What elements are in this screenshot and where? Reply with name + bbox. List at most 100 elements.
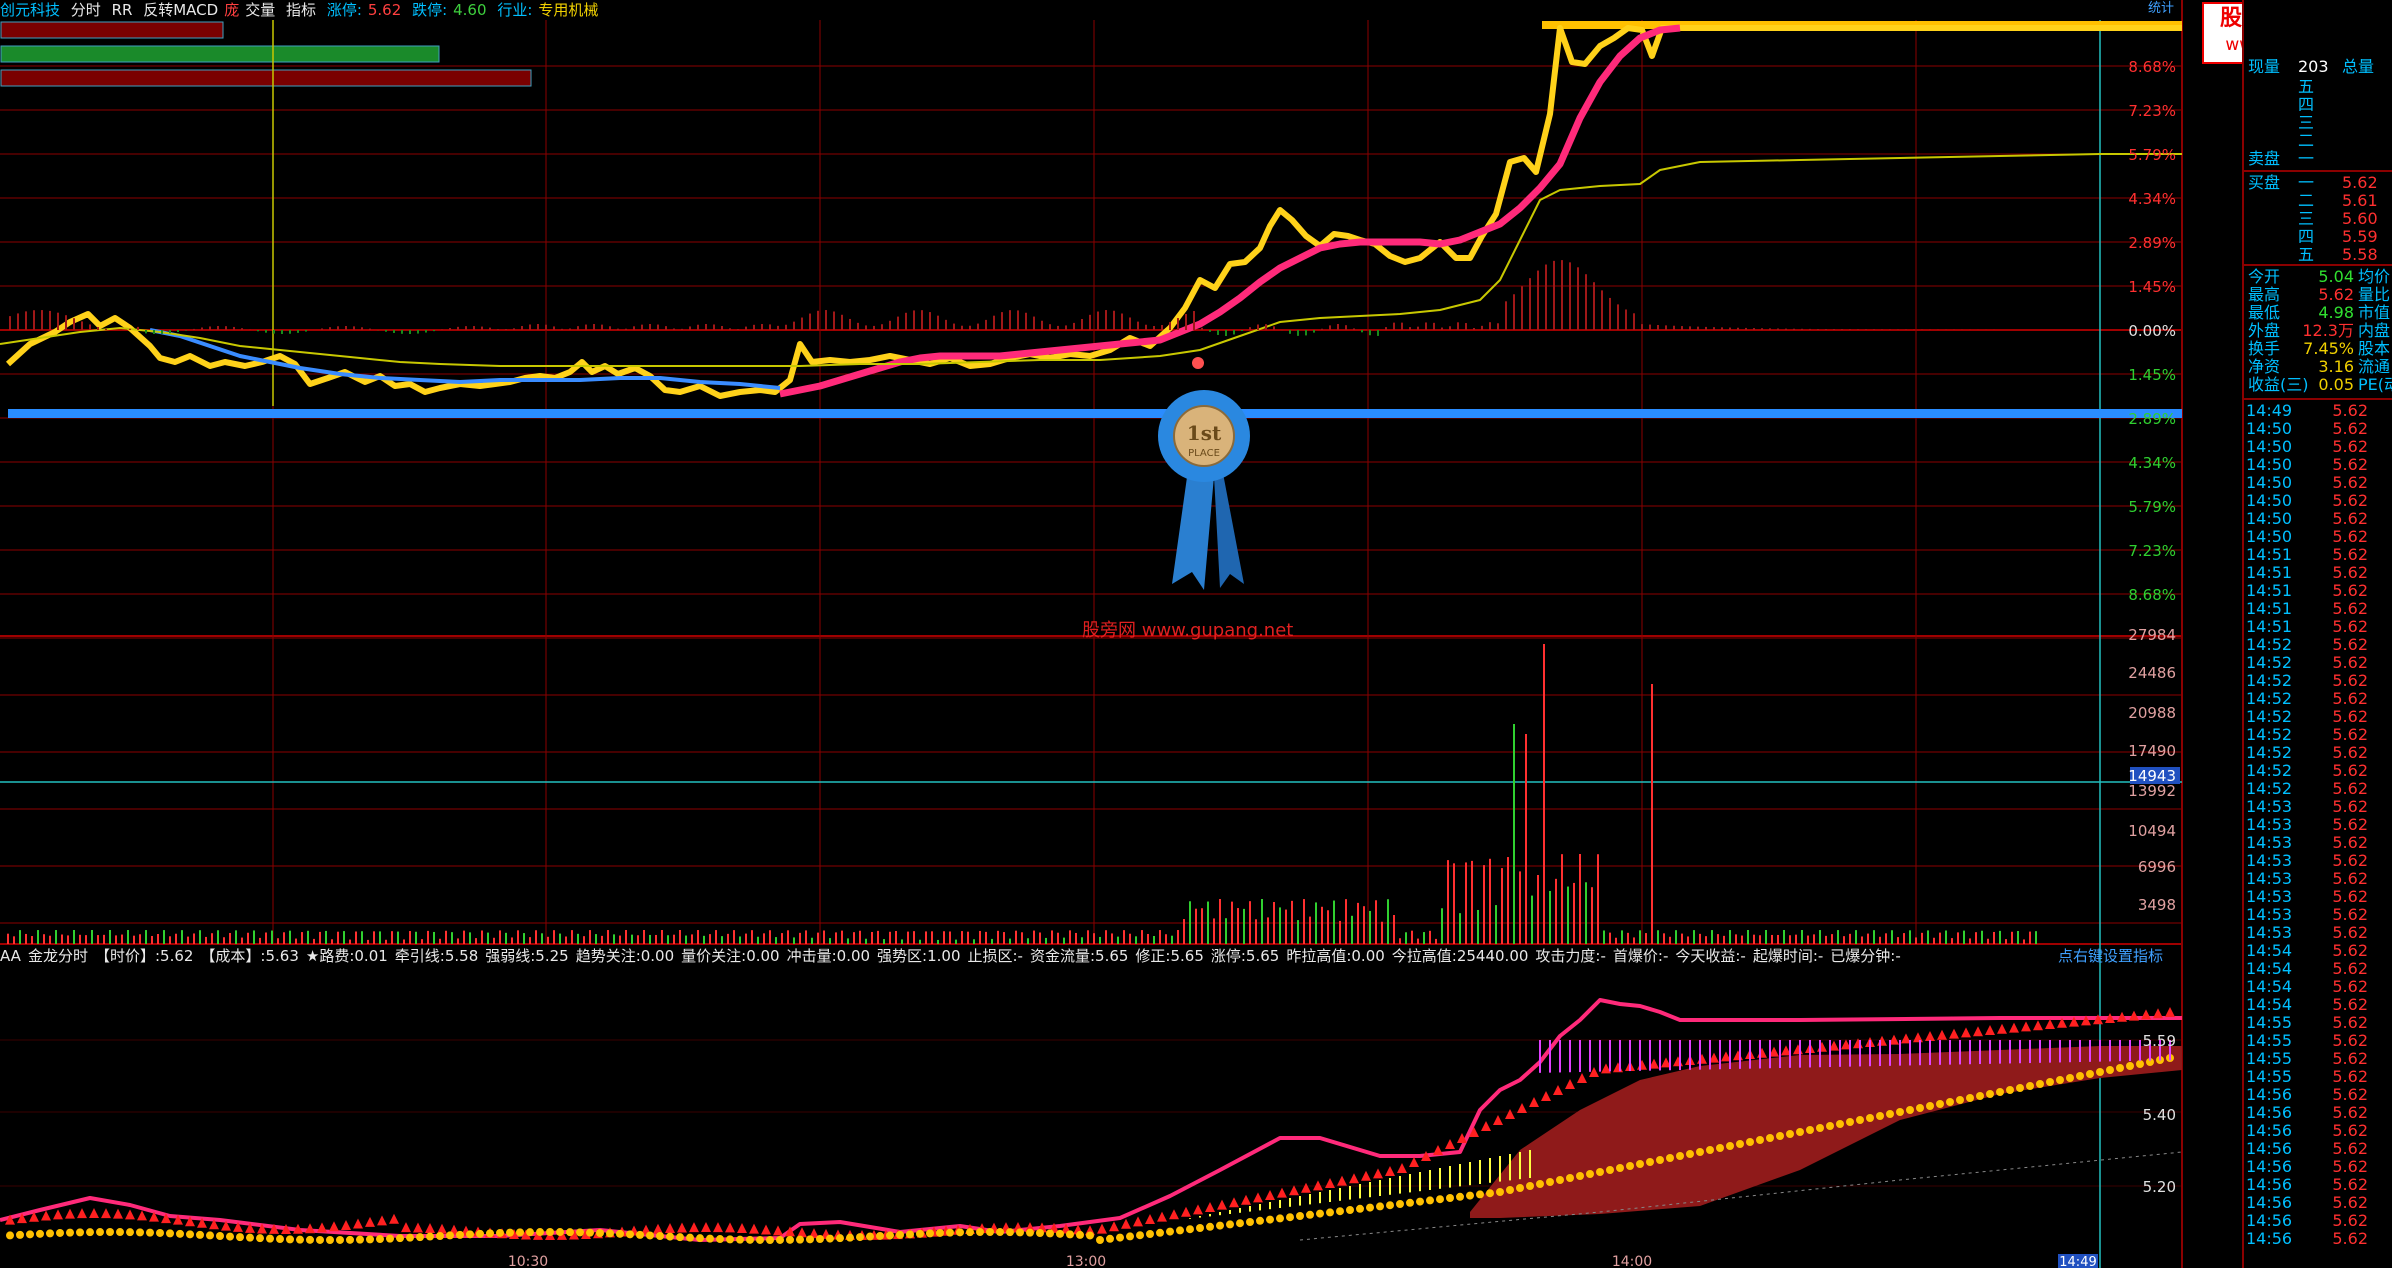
indicator-dot xyxy=(2126,1062,2134,1070)
quote-stat-label: 外盘 xyxy=(2248,321,2281,340)
indicator-dot xyxy=(1356,1204,1364,1213)
tick-row: 14:56 5.62 xyxy=(2246,1194,2386,1212)
tick-price: 5.62 xyxy=(2332,509,2368,528)
quote-stat-value: 4.98 xyxy=(2318,303,2354,322)
tick-price: 5.62 xyxy=(2332,851,2368,870)
indicator-dot xyxy=(1696,1148,1704,1156)
indicator-triangle xyxy=(665,1223,675,1234)
indicator-dot xyxy=(336,1235,344,1244)
tick-price: 5.62 xyxy=(2332,563,2368,582)
limit-down-label: 跌停: xyxy=(412,1,448,19)
tick-price: 5.62 xyxy=(2332,599,2368,618)
indicator-dot xyxy=(1156,1228,1164,1237)
tick-price: 5.62 xyxy=(2332,941,2368,960)
tick-row: 14:53 5.62 xyxy=(2246,798,2386,816)
tick-row: 14:56 5.62 xyxy=(2246,1086,2386,1104)
tick-price: 5.62 xyxy=(2332,1211,2368,1230)
indicator-item: 修正:5.65 xyxy=(1135,947,1204,965)
chart-stage[interactable]: 1st PLACE 股旁网 www.gupang.net 8.68% 7.23% 5.79… xyxy=(0,0,2392,1268)
menu-item-indicator[interactable]: 指标 xyxy=(286,1,316,19)
indicator-dot xyxy=(56,1228,64,1237)
indicator-triangle xyxy=(1121,1218,1131,1229)
indicator-dot xyxy=(1406,1198,1414,1207)
indicator-dot xyxy=(1636,1160,1644,1168)
indicator-dot xyxy=(2066,1074,2074,1082)
price-axis-label: 1.45% xyxy=(2128,366,2176,384)
tick-time: 14:52 xyxy=(2246,761,2293,780)
indicator-triangle xyxy=(1373,1168,1383,1179)
indicator-dot xyxy=(1256,1216,1264,1225)
indicator-dot xyxy=(1876,1112,1884,1120)
indicator-triangle xyxy=(1385,1166,1395,1176)
order-book-level: 203 xyxy=(2298,57,2329,76)
menu-item-pang[interactable]: 庞 xyxy=(224,1,239,19)
tick-time: 14:51 xyxy=(2246,617,2293,636)
indicator-dot xyxy=(1706,1146,1714,1154)
indicator-dot xyxy=(446,1231,454,1240)
indicator-dot xyxy=(216,1232,224,1241)
tick-price: 5.62 xyxy=(2332,1193,2368,1212)
indicator-dot xyxy=(576,1228,584,1237)
indicator-dot xyxy=(396,1234,404,1243)
indicator-triangle xyxy=(1337,1175,1347,1186)
indicator-dot xyxy=(1976,1092,1984,1100)
quote-stat-row: 净资 3.16 流通 xyxy=(2248,358,2390,376)
indicator-triangle xyxy=(1673,1056,1683,1067)
indicator-triangle xyxy=(1109,1221,1119,1232)
indicator-dot xyxy=(76,1228,84,1237)
intraday-chart[interactable]: 1st PLACE 股旁网 www.gupang.net 8.68% 7.23% 5.79… xyxy=(0,0,2242,1268)
indicator-dot xyxy=(856,1233,864,1242)
indicator-dot xyxy=(986,1228,994,1237)
menu-item-fenshi[interactable]: 分时 xyxy=(71,1,101,19)
tick-row: 14:54 5.62 xyxy=(2246,942,2386,960)
tick-time: 14:50 xyxy=(2246,455,2293,474)
order-book-row: 三 xyxy=(2248,114,2342,132)
indicator-dot xyxy=(1326,1208,1334,1217)
indicator-dot xyxy=(106,1228,114,1236)
indicator-triangle xyxy=(1169,1209,1179,1220)
tick-row: 14:53 5.62 xyxy=(2246,888,2386,906)
indicator-dot xyxy=(276,1235,284,1244)
indicator-triangle xyxy=(677,1222,687,1233)
tick-time: 14:50 xyxy=(2246,437,2293,456)
order-book-extra: 5.59 xyxy=(2342,227,2378,246)
indicator-triangle xyxy=(317,1222,327,1233)
volume-axis-label: 17490 xyxy=(2128,742,2176,760)
quote-stat-extra: 内盘 xyxy=(2358,321,2391,340)
indicator-settings-link[interactable]: 点右键设置指标 xyxy=(2058,944,2163,968)
indicator-dot xyxy=(286,1235,294,1244)
price-axis-label: 2.89% xyxy=(2128,410,2176,428)
stock-name[interactable]: 创元科技 xyxy=(0,1,60,19)
tick-price: 5.62 xyxy=(2332,707,2368,726)
indicator-dot xyxy=(1496,1188,1504,1196)
quote-stat-row: 收益(三) 0.05PE(动) xyxy=(2248,376,2392,394)
indicator-triangle xyxy=(1817,1041,1827,1052)
indicator-triangle xyxy=(1757,1047,1767,1058)
indicator-triangle xyxy=(1229,1197,1239,1208)
menu-item-volume[interactable]: 交量 xyxy=(245,1,275,19)
indicator-item: 牵引线:5.58 xyxy=(394,947,479,965)
tick-price: 5.62 xyxy=(2332,581,2368,600)
menu-item-macd[interactable]: 反转MACD xyxy=(143,1,218,19)
quote-stat-label: 净资 xyxy=(2248,357,2281,376)
indicator-dot xyxy=(296,1235,304,1244)
tick-price: 5.62 xyxy=(2332,815,2368,834)
tick-row: 14:50 5.62 xyxy=(2246,474,2386,492)
tick-price: 5.62 xyxy=(2332,743,2368,762)
price-marker xyxy=(1192,357,1204,369)
indicator-dot xyxy=(1476,1190,1484,1199)
tick-time: 14:50 xyxy=(2246,491,2293,510)
indicator-triangle xyxy=(365,1216,375,1227)
tick-time: 14:51 xyxy=(2246,545,2293,564)
indicator-dot xyxy=(1146,1230,1154,1238)
indicator-triangle xyxy=(797,1227,807,1238)
indicator-dot xyxy=(756,1235,764,1244)
tick-time: 14:54 xyxy=(2246,977,2293,996)
tick-list[interactable]: 14:49 5.62 14:50 5.62 14:50 5.62 14:50 5.62 14:5… xyxy=(2246,402,2386,1248)
time-axis-label: 10:30 xyxy=(508,1254,548,1268)
price-axis-label: 8.68% xyxy=(2128,58,2176,76)
stats-button[interactable]: 统计 xyxy=(2148,0,2174,18)
indicator-dot xyxy=(1926,1102,1934,1110)
menu-item-rr[interactable]: RR xyxy=(112,1,133,19)
indicator-dot xyxy=(1456,1192,1464,1201)
